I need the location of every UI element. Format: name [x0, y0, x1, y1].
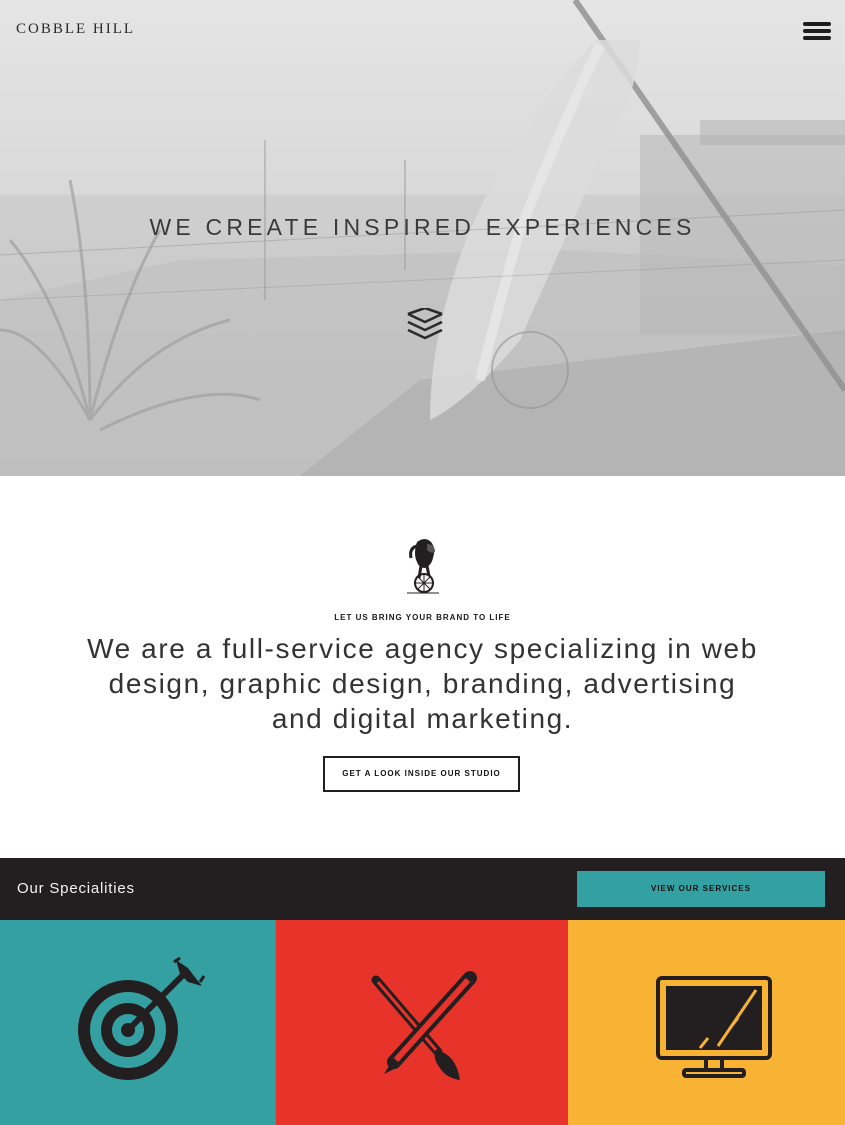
hamburger-menu-icon[interactable] [803, 22, 831, 44]
elephant-on-unicycle-icon [407, 539, 439, 594]
intro-lead-text: We are a full-service agency specializin… [87, 633, 758, 734]
monitor-icon [656, 976, 772, 1078]
target-arrow-icon [78, 956, 206, 1080]
view-services-button[interactable]: VIEW OUR SERVICES [577, 871, 825, 907]
pencil-brush-icon [371, 971, 477, 1080]
specialities-title: Our Specialities [17, 880, 135, 897]
intro-eyebrow: LET US BRING YOUR BRAND TO LIFE [334, 613, 511, 622]
specialities-bar: Our Specialities VIEW OUR SERVICES [0, 858, 845, 920]
intro-section: LET US BRING YOUR BRAND TO LIFE We are a… [0, 476, 845, 858]
site-logo[interactable]: COBBLE HILL [16, 21, 135, 38]
speciality-tile-strategy[interactable] [0, 920, 276, 1125]
speciality-tile-design[interactable] [276, 920, 568, 1125]
hero-section: COBBLE HILL WE CREATE INSPIRED EXPERIENC… [0, 0, 845, 476]
speciality-tile-web[interactable] [568, 920, 845, 1125]
hero-headline: WE CREATE INSPIRED EXPERIENCES [149, 214, 696, 240]
studio-button[interactable]: GET A LOOK INSIDE OUR STUDIO [323, 756, 520, 792]
chevrons-down-icon[interactable] [406, 308, 444, 342]
